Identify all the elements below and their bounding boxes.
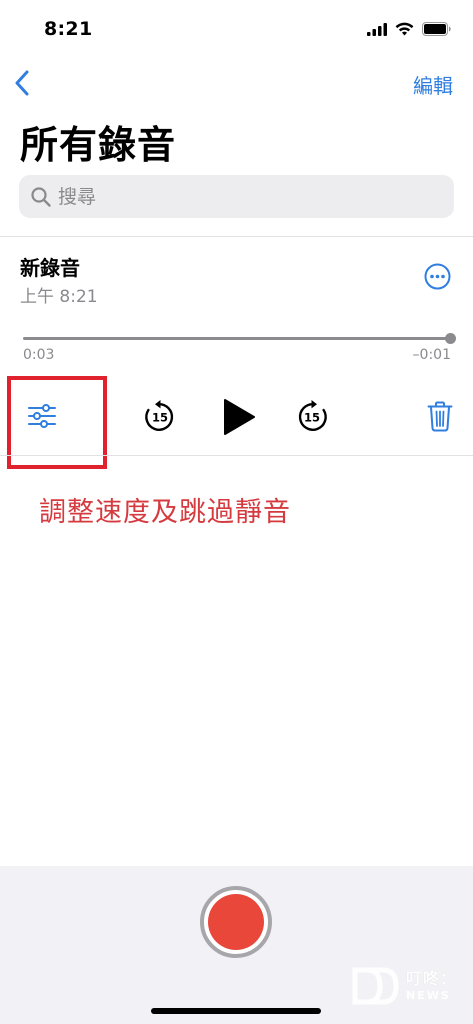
controls-divider xyxy=(0,455,473,456)
delete-button[interactable] xyxy=(426,400,454,433)
edit-button[interactable]: 編輯 xyxy=(413,70,453,99)
page-title: 所有錄音 xyxy=(20,123,177,167)
status-time: 8:21 xyxy=(44,18,93,40)
watermark: 叮咚： NEWS xyxy=(352,964,457,1008)
annotation-text: 調整速度及跳過靜音 xyxy=(39,497,291,528)
trash-icon xyxy=(427,401,453,432)
playback-scrubber[interactable] xyxy=(23,337,451,340)
section-divider xyxy=(0,236,473,237)
watermark-sub: NEWS xyxy=(406,989,451,1002)
recording-timestamp: 上午 8:21 xyxy=(20,287,98,307)
skip-back-label: 15 xyxy=(152,411,168,425)
status-icons xyxy=(367,20,451,38)
watermark-brand: 叮咚： xyxy=(406,969,458,988)
record-icon xyxy=(208,894,264,950)
search-bar[interactable] xyxy=(19,175,454,218)
search-input[interactable] xyxy=(52,185,438,208)
cellular-signal-icon xyxy=(367,22,387,36)
back-button[interactable] xyxy=(8,66,36,100)
gobackward-15-icon: 15 xyxy=(145,400,174,431)
scrubber-knob[interactable] xyxy=(445,333,456,344)
home-indicator xyxy=(151,1008,321,1014)
battery-icon xyxy=(422,22,451,36)
recording-title[interactable]: 新錄音 xyxy=(20,252,80,281)
wifi-icon xyxy=(395,22,414,36)
record-button[interactable] xyxy=(200,886,272,958)
play-icon xyxy=(224,399,255,435)
more-options-icon[interactable] xyxy=(424,263,451,290)
skip-forward-label: 15 xyxy=(304,411,320,425)
remaining-time: –0:01 xyxy=(412,347,451,363)
play-button[interactable] xyxy=(219,396,259,438)
watermark-logo-icon xyxy=(352,967,399,1005)
skip-forward-button[interactable]: 15 xyxy=(294,398,330,434)
goforward-15-icon: 15 xyxy=(298,400,327,431)
search-icon xyxy=(31,186,51,207)
elapsed-time: 0:03 xyxy=(23,347,55,363)
skip-back-button[interactable]: 15 xyxy=(142,398,178,434)
chevron-left-icon xyxy=(15,70,29,96)
